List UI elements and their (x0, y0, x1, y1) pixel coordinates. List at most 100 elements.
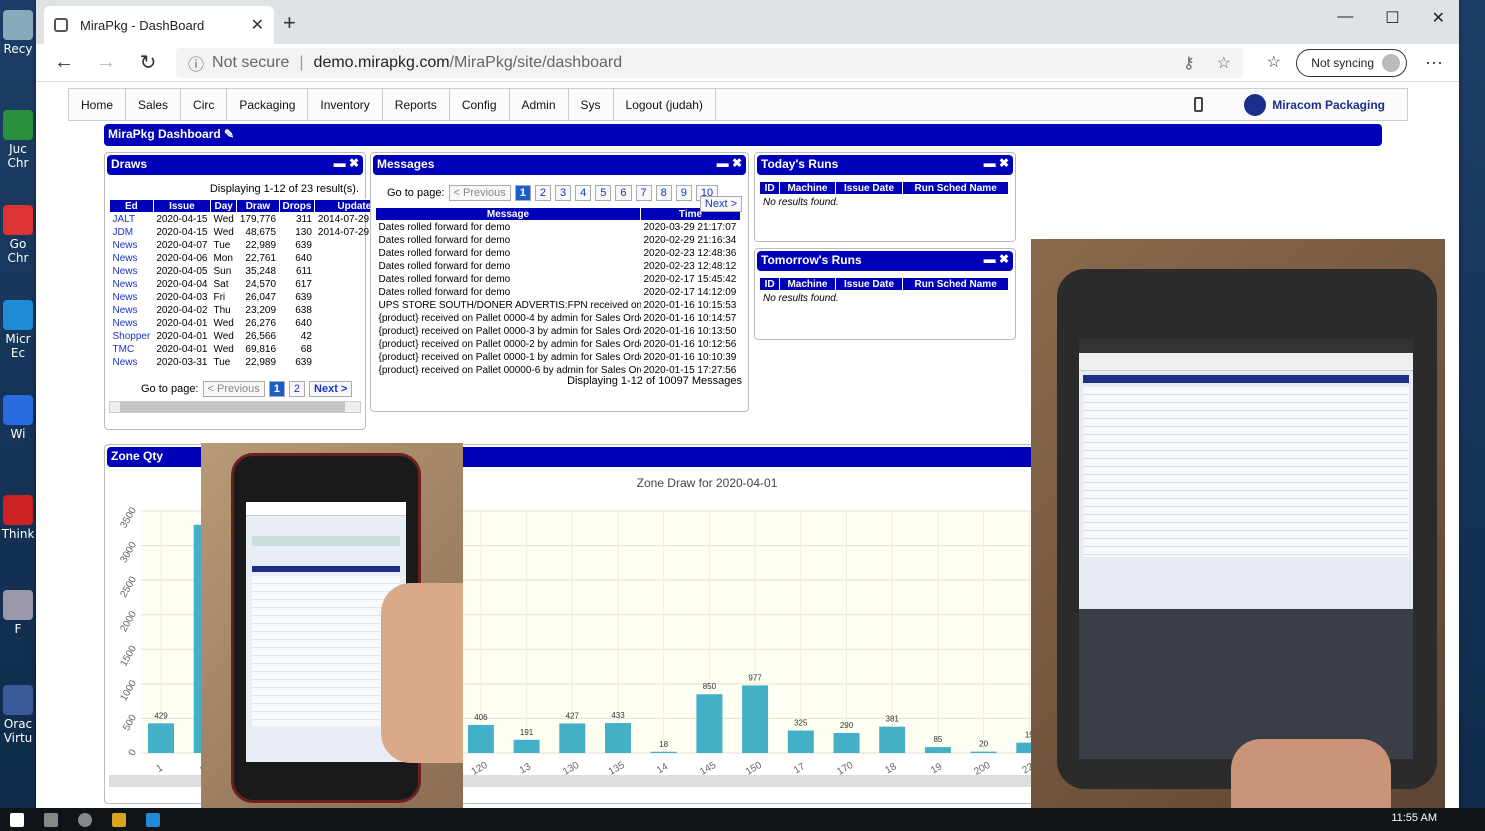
page-2-button[interactable]: 2 (288, 381, 306, 397)
favorites-icon[interactable]: ☆ (1267, 52, 1281, 72)
start-icon[interactable] (10, 812, 24, 827)
table-cell: 639 (295, 291, 312, 303)
edge-icon[interactable] (146, 812, 160, 827)
page-5-button[interactable]: 5 (595, 185, 612, 201)
info-icon[interactable]: ⓘ (188, 51, 204, 75)
close-panel-icon[interactable]: ✖ (349, 156, 359, 170)
reload-icon[interactable]: ↻ (134, 50, 162, 75)
table-cell[interactable]: Shopper (110, 330, 154, 343)
back-icon[interactable]: ← (50, 51, 78, 74)
close-window-icon[interactable]: ✕ (1432, 8, 1445, 28)
sync-button[interactable]: Not syncing (1296, 49, 1407, 77)
wrench-icon[interactable]: ✎ (224, 127, 234, 141)
table-cell[interactable]: News (110, 252, 154, 265)
menu-item-packaging[interactable]: Packaging (227, 89, 309, 120)
menu-item-admin[interactable]: Admin (510, 89, 569, 120)
prev-page-button[interactable]: < Previous (448, 185, 511, 201)
star-icon[interactable]: ☆ (1217, 53, 1231, 73)
column-header[interactable]: Ed (109, 199, 154, 213)
page-7-button[interactable]: 7 (635, 185, 652, 201)
minimize-icon[interactable]: — (1337, 8, 1353, 28)
column-header[interactable]: Draw (236, 199, 280, 213)
table-cell[interactable]: TMC (110, 343, 154, 356)
column-header[interactable]: Issue (152, 199, 211, 213)
page-6-button[interactable]: 6 (615, 185, 632, 201)
phone-icon[interactable] (1194, 97, 1203, 112)
column-header[interactable]: ID (758, 277, 781, 291)
desktop-icon-oracle[interactable]: Orac Virtu (0, 685, 36, 745)
table-cell[interactable]: News (110, 304, 154, 317)
column-header[interactable]: Message (375, 207, 641, 221)
column-header[interactable]: Machine (779, 181, 836, 195)
column-header[interactable]: ID (758, 181, 781, 195)
minimize-panel-icon[interactable]: ▬ (717, 156, 729, 170)
minimize-panel-icon[interactable]: ▬ (984, 252, 996, 266)
next-page-button[interactable]: Next > (309, 381, 353, 397)
menu-item-home[interactable]: Home (69, 89, 127, 120)
new-tab-icon[interactable]: + (283, 10, 296, 36)
search-icon[interactable] (44, 812, 58, 827)
desktop-icon-recycle[interactable]: Recy (0, 10, 36, 56)
page-2-button[interactable]: 2 (534, 185, 552, 201)
key-icon[interactable]: ⚷ (1183, 53, 1195, 73)
desktop-icon-f[interactable]: F (0, 590, 36, 636)
brand-logo[interactable]: Miracom Packaging (1244, 94, 1385, 116)
column-header[interactable]: Machine (779, 277, 836, 291)
cortana-icon[interactable] (78, 812, 92, 827)
y-tick-label: 3000 (118, 540, 139, 565)
page-1-button[interactable]: 1 (268, 381, 285, 397)
menu-item-circ[interactable]: Circ (181, 89, 228, 120)
close-panel-icon[interactable]: ✖ (732, 156, 742, 170)
desktop-icon-chrome-1[interactable]: Juc Chr (0, 110, 36, 170)
bar-18 (879, 726, 906, 753)
table-cell: 2020-01-16 10:13:50 (643, 325, 737, 337)
forward-icon[interactable]: → (92, 51, 120, 74)
minimize-panel-icon[interactable]: ▬ (334, 156, 346, 170)
table-cell: 22,761 (245, 252, 277, 264)
menu-item-inventory[interactable]: Inventory (308, 89, 383, 120)
page-9-button[interactable]: 9 (675, 185, 692, 201)
close-panel-icon[interactable]: ✖ (999, 156, 1009, 170)
file-explorer-icon[interactable] (112, 812, 126, 827)
desktop-icon-win[interactable]: Wi (0, 395, 36, 441)
page-8-button[interactable]: 8 (655, 185, 672, 201)
page-4-button[interactable]: 4 (575, 185, 592, 201)
desktop-icon-edge[interactable]: Micr Ec (0, 300, 36, 360)
page-3-button[interactable]: 3 (555, 185, 572, 201)
table-cell[interactable]: News (110, 317, 154, 330)
close-panel-icon[interactable]: ✖ (999, 252, 1009, 266)
desktop-icon-think[interactable]: Think (0, 495, 36, 541)
desktop-icon-chrome-2[interactable]: Go Chr (0, 205, 36, 265)
browser-tab[interactable]: MiraPkg - DashBoard ✕ (44, 6, 274, 44)
menu-item-sales[interactable]: Sales (126, 89, 182, 120)
table-cell[interactable]: News (110, 356, 154, 369)
menu-item-sys[interactable]: Sys (569, 89, 614, 120)
tomorrows-runs-title: Tomorrow's Runs (761, 253, 862, 267)
table-cell[interactable]: JALT (110, 213, 154, 226)
url-bar[interactable]: ⓘ Not secure | demo.mirapkg.com /MiraPkg… (176, 48, 1243, 78)
column-header[interactable]: Issue Date (834, 277, 904, 291)
horizontal-scrollbar[interactable] (109, 401, 361, 413)
table-cell[interactable]: News (110, 239, 154, 252)
table-cell: Wed (213, 343, 234, 355)
next-page-button[interactable]: Next > (699, 196, 742, 212)
table-row: {product} received on Pallet 0000-3 by a… (376, 325, 741, 338)
maximize-icon[interactable]: ☐ (1385, 8, 1399, 28)
column-header[interactable]: Run Sched Name (902, 277, 1009, 291)
menu-item-reports[interactable]: Reports (383, 89, 450, 120)
column-header[interactable]: Drops (278, 199, 316, 213)
table-cell[interactable]: News (110, 278, 154, 291)
more-menu-icon[interactable]: ··· (1425, 52, 1443, 73)
column-header[interactable]: Issue Date (834, 181, 904, 195)
close-tab-icon[interactable]: ✕ (251, 15, 264, 35)
menu-item-config[interactable]: Config (450, 89, 510, 120)
table-cell[interactable]: JDM (110, 226, 154, 239)
minimize-panel-icon[interactable]: ▬ (984, 156, 996, 170)
prev-page-button[interactable]: < Previous (202, 381, 265, 397)
column-header[interactable]: Day (209, 199, 238, 213)
page-1-button[interactable]: 1 (514, 185, 531, 201)
menu-item-logout-judah[interactable]: Logout (judah) (614, 89, 716, 120)
table-cell[interactable]: News (110, 265, 154, 278)
table-cell[interactable]: News (110, 291, 154, 304)
column-header[interactable]: Run Sched Name (902, 181, 1009, 195)
